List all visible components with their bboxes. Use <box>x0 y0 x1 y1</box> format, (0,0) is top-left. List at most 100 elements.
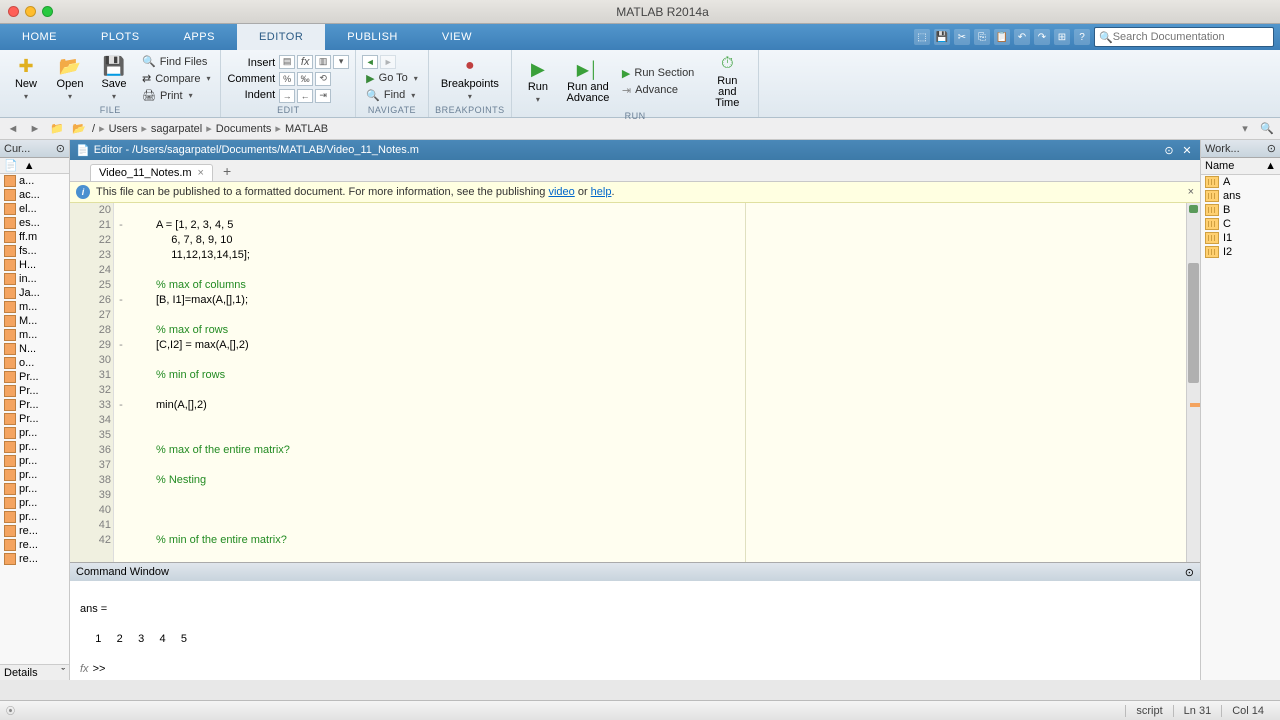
file-item[interactable]: m... <box>0 300 69 314</box>
file-item[interactable]: pr... <box>0 426 69 440</box>
workspace-variable[interactable]: B <box>1201 203 1280 217</box>
file-item[interactable]: m... <box>0 328 69 342</box>
ws-menu-icon[interactable]: ⊙ <box>1267 142 1276 155</box>
qa-icon-8[interactable]: ⊞ <box>1054 29 1070 45</box>
comment-add-icon[interactable]: % <box>279 72 295 86</box>
file-item[interactable]: pr... <box>0 496 69 510</box>
file-list-header[interactable]: 📄 ▲ <box>0 158 69 174</box>
tab-plots[interactable]: PLOTS <box>79 24 162 50</box>
workspace-variable[interactable]: C <box>1201 217 1280 231</box>
code-health-indicator[interactable] <box>1189 205 1198 213</box>
file-tab-active[interactable]: Video_11_Notes.m × <box>90 164 213 181</box>
file-item[interactable]: in... <box>0 272 69 286</box>
workspace-variable[interactable]: ans <box>1201 189 1280 203</box>
file-item[interactable]: es... <box>0 216 69 230</box>
banner-video-link[interactable]: video <box>548 186 574 198</box>
open-button[interactable]: 📂 Open ▾ <box>50 54 90 103</box>
file-tab-close-icon[interactable]: × <box>198 167 204 179</box>
minimize-window-button[interactable] <box>25 6 36 17</box>
file-item[interactable]: pr... <box>0 510 69 524</box>
workspace-variable[interactable]: I2 <box>1201 245 1280 259</box>
path-seg-2[interactable]: Documents <box>216 123 272 135</box>
banner-help-link[interactable]: help <box>591 186 612 198</box>
cmd-prompt[interactable]: fx >> <box>80 662 1190 677</box>
editor-actions-icon[interactable]: ⊙ <box>1162 143 1176 157</box>
tab-home[interactable]: HOME <box>0 24 79 50</box>
search-input[interactable] <box>1113 31 1269 43</box>
tab-view[interactable]: VIEW <box>420 24 494 50</box>
qa-icon-1[interactable]: ⬚ <box>914 29 930 45</box>
indent-smart-icon[interactable]: ⇥ <box>315 89 331 103</box>
scrollbar-thumb[interactable] <box>1188 263 1199 383</box>
cmd-menu-icon[interactable]: ⊙ <box>1185 566 1194 579</box>
file-item[interactable]: pr... <box>0 454 69 468</box>
save-button[interactable]: 💾 Save ▾ <box>94 54 134 103</box>
zoom-window-button[interactable] <box>42 6 53 17</box>
qa-cut-icon[interactable]: ✂ <box>954 29 970 45</box>
current-folder-header[interactable]: Cur... ⊙ <box>0 140 69 158</box>
file-item[interactable]: pr... <box>0 440 69 454</box>
run-advance-button[interactable]: ▶│ Run and Advance <box>562 58 614 106</box>
addr-dropdown-button[interactable]: ▾ <box>1236 120 1254 138</box>
tab-publish[interactable]: PUBLISH <box>325 24 420 50</box>
workspace-variable[interactable]: A <box>1201 175 1280 189</box>
goto-button[interactable]: ▶Go To <box>362 71 422 86</box>
file-item[interactable]: re... <box>0 538 69 552</box>
command-window-header[interactable]: Command Window ⊙ <box>70 563 1200 581</box>
close-window-button[interactable] <box>8 6 19 17</box>
workspace-col-header[interactable]: Name ▲ <box>1201 158 1280 175</box>
qa-copy-icon[interactable]: ⎘ <box>974 29 990 45</box>
workspace-variable[interactable]: I1 <box>1201 231 1280 245</box>
file-item[interactable]: o... <box>0 356 69 370</box>
indent-left-icon[interactable]: ← <box>297 89 313 103</box>
file-item[interactable]: ff.m <box>0 230 69 244</box>
code-warning-mark[interactable] <box>1190 403 1200 407</box>
file-item[interactable]: el... <box>0 202 69 216</box>
editor-close-icon[interactable]: ✕ <box>1180 143 1194 157</box>
tab-editor[interactable]: EDITOR <box>237 24 325 50</box>
path-root[interactable]: / <box>92 123 95 135</box>
new-button[interactable]: ✚ New ▾ <box>6 54 46 103</box>
workspace-list[interactable]: AansBCI1I2 <box>1201 175 1280 680</box>
file-list[interactable]: a...ac...el...es...ff.mfs...H...in...Ja.… <box>0 174 69 664</box>
file-item[interactable]: re... <box>0 524 69 538</box>
line-gutter[interactable]: 2021222324252627282930313233343536373839… <box>70 203 114 562</box>
file-item[interactable]: ac... <box>0 188 69 202</box>
insert-section-icon[interactable]: ▤ <box>279 55 295 69</box>
details-header[interactable]: Details ˇ <box>0 664 69 680</box>
banner-close-icon[interactable]: × <box>1188 186 1194 198</box>
file-item[interactable]: re... <box>0 552 69 566</box>
print-button[interactable]: 🖨Print <box>138 88 214 103</box>
advance-button[interactable]: ⇥Advance <box>618 83 698 98</box>
qa-redo-icon[interactable]: ↷ <box>1034 29 1050 45</box>
file-item[interactable]: a... <box>0 174 69 188</box>
insert-dropdown[interactable]: ▾ <box>333 55 349 69</box>
addr-search-button[interactable]: 🔍 <box>1258 120 1276 138</box>
compare-button[interactable]: ⇄Compare <box>138 71 214 86</box>
qa-paste-icon[interactable]: 📋 <box>994 29 1010 45</box>
indent-right-icon[interactable]: → <box>279 89 295 103</box>
qa-save-icon[interactable]: 💾 <box>934 29 950 45</box>
file-item[interactable]: pr... <box>0 468 69 482</box>
addr-fwd-button[interactable]: ► <box>26 120 44 138</box>
file-item[interactable]: pr... <box>0 482 69 496</box>
run-time-button[interactable]: ⏱ Run and Time <box>702 52 752 111</box>
path-seg-0[interactable]: Users <box>109 123 138 135</box>
file-item[interactable]: Pr... <box>0 398 69 412</box>
run-section-button[interactable]: ▶Run Section <box>618 66 698 81</box>
insert-fx-icon[interactable]: fx <box>297 55 313 69</box>
add-tab-button[interactable]: + <box>215 161 239 181</box>
file-item[interactable]: fs... <box>0 244 69 258</box>
code-area[interactable]: A = [1, 2, 3, 4, 5 6, 7, 8, 9, 10 11,12,… <box>128 203 1186 562</box>
nav-fwd-icon[interactable]: ► <box>380 55 396 69</box>
comment-wrap-icon[interactable]: ⟲ <box>315 72 331 86</box>
panel-menu-icon[interactable]: ⊙ <box>56 142 65 155</box>
file-item[interactable]: Pr... <box>0 370 69 384</box>
addr-back-button[interactable]: ◄ <box>4 120 22 138</box>
editor-scrollbar[interactable] <box>1186 203 1200 562</box>
file-item[interactable]: Pr... <box>0 384 69 398</box>
file-item[interactable]: Ja... <box>0 286 69 300</box>
file-item[interactable]: H... <box>0 258 69 272</box>
command-window-body[interactable]: ans = 1 2 3 4 5 fx >> <box>70 581 1200 680</box>
nav-back-icon[interactable]: ◄ <box>362 55 378 69</box>
